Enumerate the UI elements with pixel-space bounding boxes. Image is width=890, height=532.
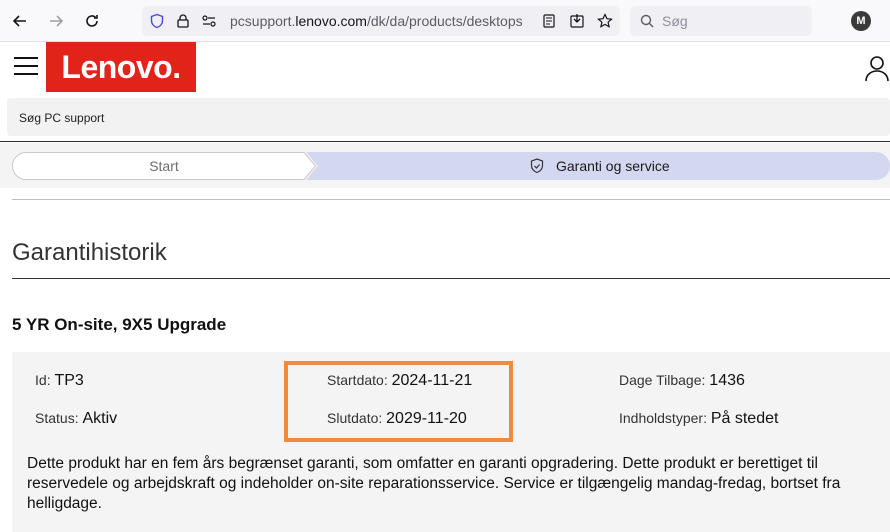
page-title: Garantihistorik [12,239,167,266]
bookmark-star-icon[interactable] [596,12,614,30]
warranty-description: Dette produkt har en fem års begrænset g… [27,455,841,512]
status-label: Status [35,410,75,426]
lock-icon[interactable] [174,12,192,30]
reload-icon [86,15,98,27]
section-divider-title [12,278,890,279]
content-type-value: På stedet [710,410,779,427]
forward-button[interactable] [44,9,68,33]
id-label: Id [35,372,47,388]
step-start[interactable]: Start [12,158,316,174]
search-icon [640,14,654,28]
warranty-status-field: Status: Aktiv [35,410,118,427]
reload-button[interactable] [80,9,104,33]
status-value: Aktiv [82,410,118,427]
address-bar[interactable]: pcsupport.lenovo.com/dk/da/products/desk… [142,6,620,36]
reader-view-icon[interactable] [540,12,558,30]
warranty-name: 5 YR On-site, 9X5 Upgrade [12,315,227,334]
content-type-label: Indholdstyper [619,410,704,426]
step-warranty-label: Garanti og service [556,158,670,174]
tracking-shield-icon[interactable] [148,12,166,30]
url-text[interactable]: pcsupport.lenovo.com/dk/da/products/desk… [230,13,550,29]
lenovo-logo[interactable]: Lenovo. [46,42,196,92]
back-button[interactable] [8,9,32,33]
id-value: TP3 [54,372,84,389]
shield-check-icon [530,158,544,174]
pc-support-search-label: Søg PC support [19,111,105,125]
browser-search-field[interactable]: Søg [630,6,812,36]
warranty-content-field: Indholdstyper: På stedet [619,410,779,427]
profile-avatar[interactable]: M [851,11,871,31]
warranty-days-field: Dage Tilbage: 1436 [619,372,745,389]
browser-toolbar: pcsupport.lenovo.com/dk/da/products/desk… [0,0,890,42]
forward-arrow-icon [50,15,64,27]
back-arrow-icon [12,15,26,27]
section-divider-top [12,199,890,200]
days-left-value: 1436 [709,372,745,389]
warranty-id-field: Id: TP3 [35,372,84,389]
pc-support-search[interactable]: Søg PC support [7,98,890,136]
date-highlight-box [284,361,513,442]
save-to-pocket-icon[interactable] [568,12,586,30]
menu-hamburger-icon[interactable] [14,57,38,75]
steps-top-border [0,141,890,142]
step-warranty-service[interactable]: Garanti og service [530,158,670,174]
site-permissions-icon[interactable] [200,12,218,30]
user-account-icon[interactable] [864,54,890,82]
search-placeholder: Søg [662,13,688,29]
days-left-label: Dage Tilbage [619,372,702,388]
